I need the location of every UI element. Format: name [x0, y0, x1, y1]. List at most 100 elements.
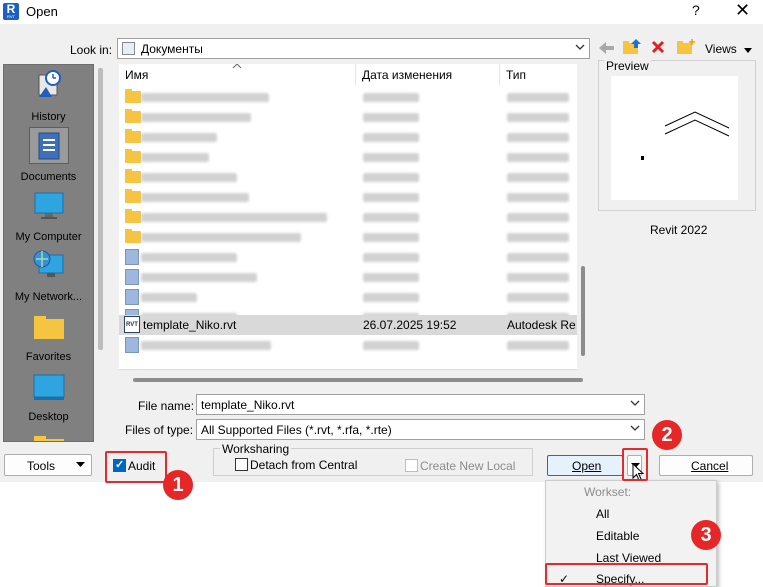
list-item[interactable]	[119, 267, 577, 287]
menu-item-all[interactable]: All	[596, 507, 609, 521]
sort-ascending-icon	[232, 64, 242, 69]
look-in-label: Look in:	[70, 43, 113, 57]
places-sidebar: History Documents My Computer My Network…	[3, 64, 94, 442]
tools-button[interactable]: Tools	[4, 454, 92, 476]
column-label: Имя	[125, 68, 149, 82]
dropdown-highlight	[622, 448, 648, 481]
folder-icon	[125, 149, 141, 163]
list-item[interactable]	[119, 227, 577, 247]
workset-menu-header: Workset:	[584, 485, 632, 499]
folder-icon	[34, 436, 64, 441]
revit-version-label: Revit 2022	[650, 223, 708, 237]
file-name-label: File name:	[138, 399, 195, 413]
place-favorites[interactable]: Favorites	[4, 307, 93, 365]
folder-icon	[125, 189, 141, 203]
list-item[interactable]	[119, 87, 577, 107]
open-label: Open	[572, 459, 602, 473]
help-button[interactable]: ?	[692, 2, 700, 18]
file-name-value: template_Niko.rvt	[201, 398, 295, 412]
worksharing-label: Worksharing	[220, 442, 292, 456]
folder-icon	[125, 229, 141, 243]
column-header-type[interactable]: Тип	[500, 64, 577, 86]
place-label: History	[31, 111, 66, 123]
list-item[interactable]	[119, 287, 577, 307]
place-label: My Network...	[14, 291, 83, 303]
place-documents[interactable]: Documents	[4, 127, 93, 185]
detach-from-central-checkbox[interactable]	[235, 458, 248, 471]
up-folder-icon[interactable]	[622, 38, 642, 56]
computer-icon	[34, 192, 64, 219]
preview-canvas	[611, 76, 738, 200]
tools-label: Tools	[27, 459, 56, 473]
detach-from-central-label[interactable]: Detach from Central	[250, 458, 357, 472]
look-in-value: Документы	[141, 42, 203, 56]
documents-small-icon	[122, 42, 135, 55]
preview-thumbnail	[641, 111, 730, 160]
place-history[interactable]: History	[4, 67, 93, 125]
history-icon	[38, 70, 61, 97]
cancel-button[interactable]: Cancel	[659, 455, 753, 476]
file-icon	[125, 269, 139, 285]
file-list-scrollbar[interactable]	[577, 64, 589, 370]
sidebar-scroll-thumb[interactable]	[98, 68, 103, 350]
place-my-computer[interactable]: My Computer	[4, 187, 93, 245]
place-desktop[interactable]: Desktop	[4, 367, 93, 425]
look-in-combo[interactable]: Документы	[117, 38, 590, 59]
list-item[interactable]	[119, 187, 577, 207]
close-button[interactable]: ✕	[735, 0, 750, 21]
file-list-horizontal-scrollbar[interactable]	[133, 378, 583, 382]
open-button[interactable]: Open	[547, 455, 623, 476]
folder-icon	[125, 109, 141, 123]
network-icon	[33, 250, 64, 277]
cancel-label: Cancel	[691, 459, 729, 473]
chevron-down-icon	[630, 400, 640, 406]
create-new-local-checkbox[interactable]	[405, 459, 418, 472]
rvt-file-icon: RVT	[124, 316, 140, 333]
file-list[interactable]: Имя Дата изменения Тип RVT template_Niko…	[119, 64, 577, 370]
place-my-network[interactable]: My Network...	[4, 247, 93, 305]
views-dropdown-icon	[743, 47, 752, 53]
list-item[interactable]	[119, 127, 577, 147]
favorites-folder-icon	[34, 316, 64, 339]
list-item[interactable]	[119, 247, 577, 267]
specify-highlight	[545, 563, 708, 585]
file-name-combo[interactable]: template_Niko.rvt	[196, 394, 645, 415]
revit-app-icon: R RVT	[3, 3, 19, 20]
documents-icon	[38, 132, 60, 160]
list-item[interactable]	[119, 107, 577, 127]
list-item[interactable]	[119, 207, 577, 227]
place-label: Favorites	[25, 351, 72, 363]
files-of-type-combo[interactable]: All Supported Files (*.rvt, *.rfa, *.rte…	[196, 419, 645, 440]
files-of-type-label: Files of type:	[125, 423, 194, 437]
window-title: Open	[26, 4, 58, 19]
list-item[interactable]	[119, 147, 577, 167]
annotation-badge-2: 2	[652, 420, 682, 450]
sidebar-scrollbar[interactable]	[96, 64, 106, 442]
column-label: Тип	[506, 68, 527, 82]
column-header-date[interactable]: Дата изменения	[356, 64, 500, 86]
files-of-type-value: All Supported Files (*.rvt, *.rfa, *.rte…	[201, 423, 392, 437]
file-name-cell: template_Niko.rvt	[143, 318, 237, 332]
new-folder-icon[interactable]	[676, 38, 696, 56]
delete-icon[interactable]	[651, 40, 665, 54]
place-label: Desktop	[28, 411, 69, 423]
list-item[interactable]	[119, 335, 577, 355]
file-date-cell: 26.07.2025 19:52	[363, 318, 457, 332]
menu-item-editable[interactable]: Editable	[596, 529, 639, 543]
place-more[interactable]	[4, 427, 93, 441]
views-button[interactable]: Views	[705, 42, 753, 56]
file-type-cell: Autodesk Re	[507, 318, 576, 332]
file-icon	[125, 337, 139, 353]
folder-icon	[125, 209, 141, 223]
annotation-badge-3: 3	[691, 520, 721, 550]
list-item-selected[interactable]: RVT template_Niko.rvt 26.07.2025 19:52 A…	[119, 315, 577, 335]
column-label: Дата изменения	[362, 68, 453, 82]
create-new-local-label: Create New Local	[420, 459, 516, 473]
annotation-badge-1: 1	[163, 470, 193, 500]
list-item[interactable]	[119, 167, 577, 187]
folder-icon	[125, 89, 141, 103]
back-arrow-icon[interactable]	[598, 40, 616, 56]
chevron-down-icon	[575, 44, 585, 50]
file-list-scroll-thumb[interactable]	[581, 266, 585, 356]
views-label: Views	[705, 42, 737, 56]
